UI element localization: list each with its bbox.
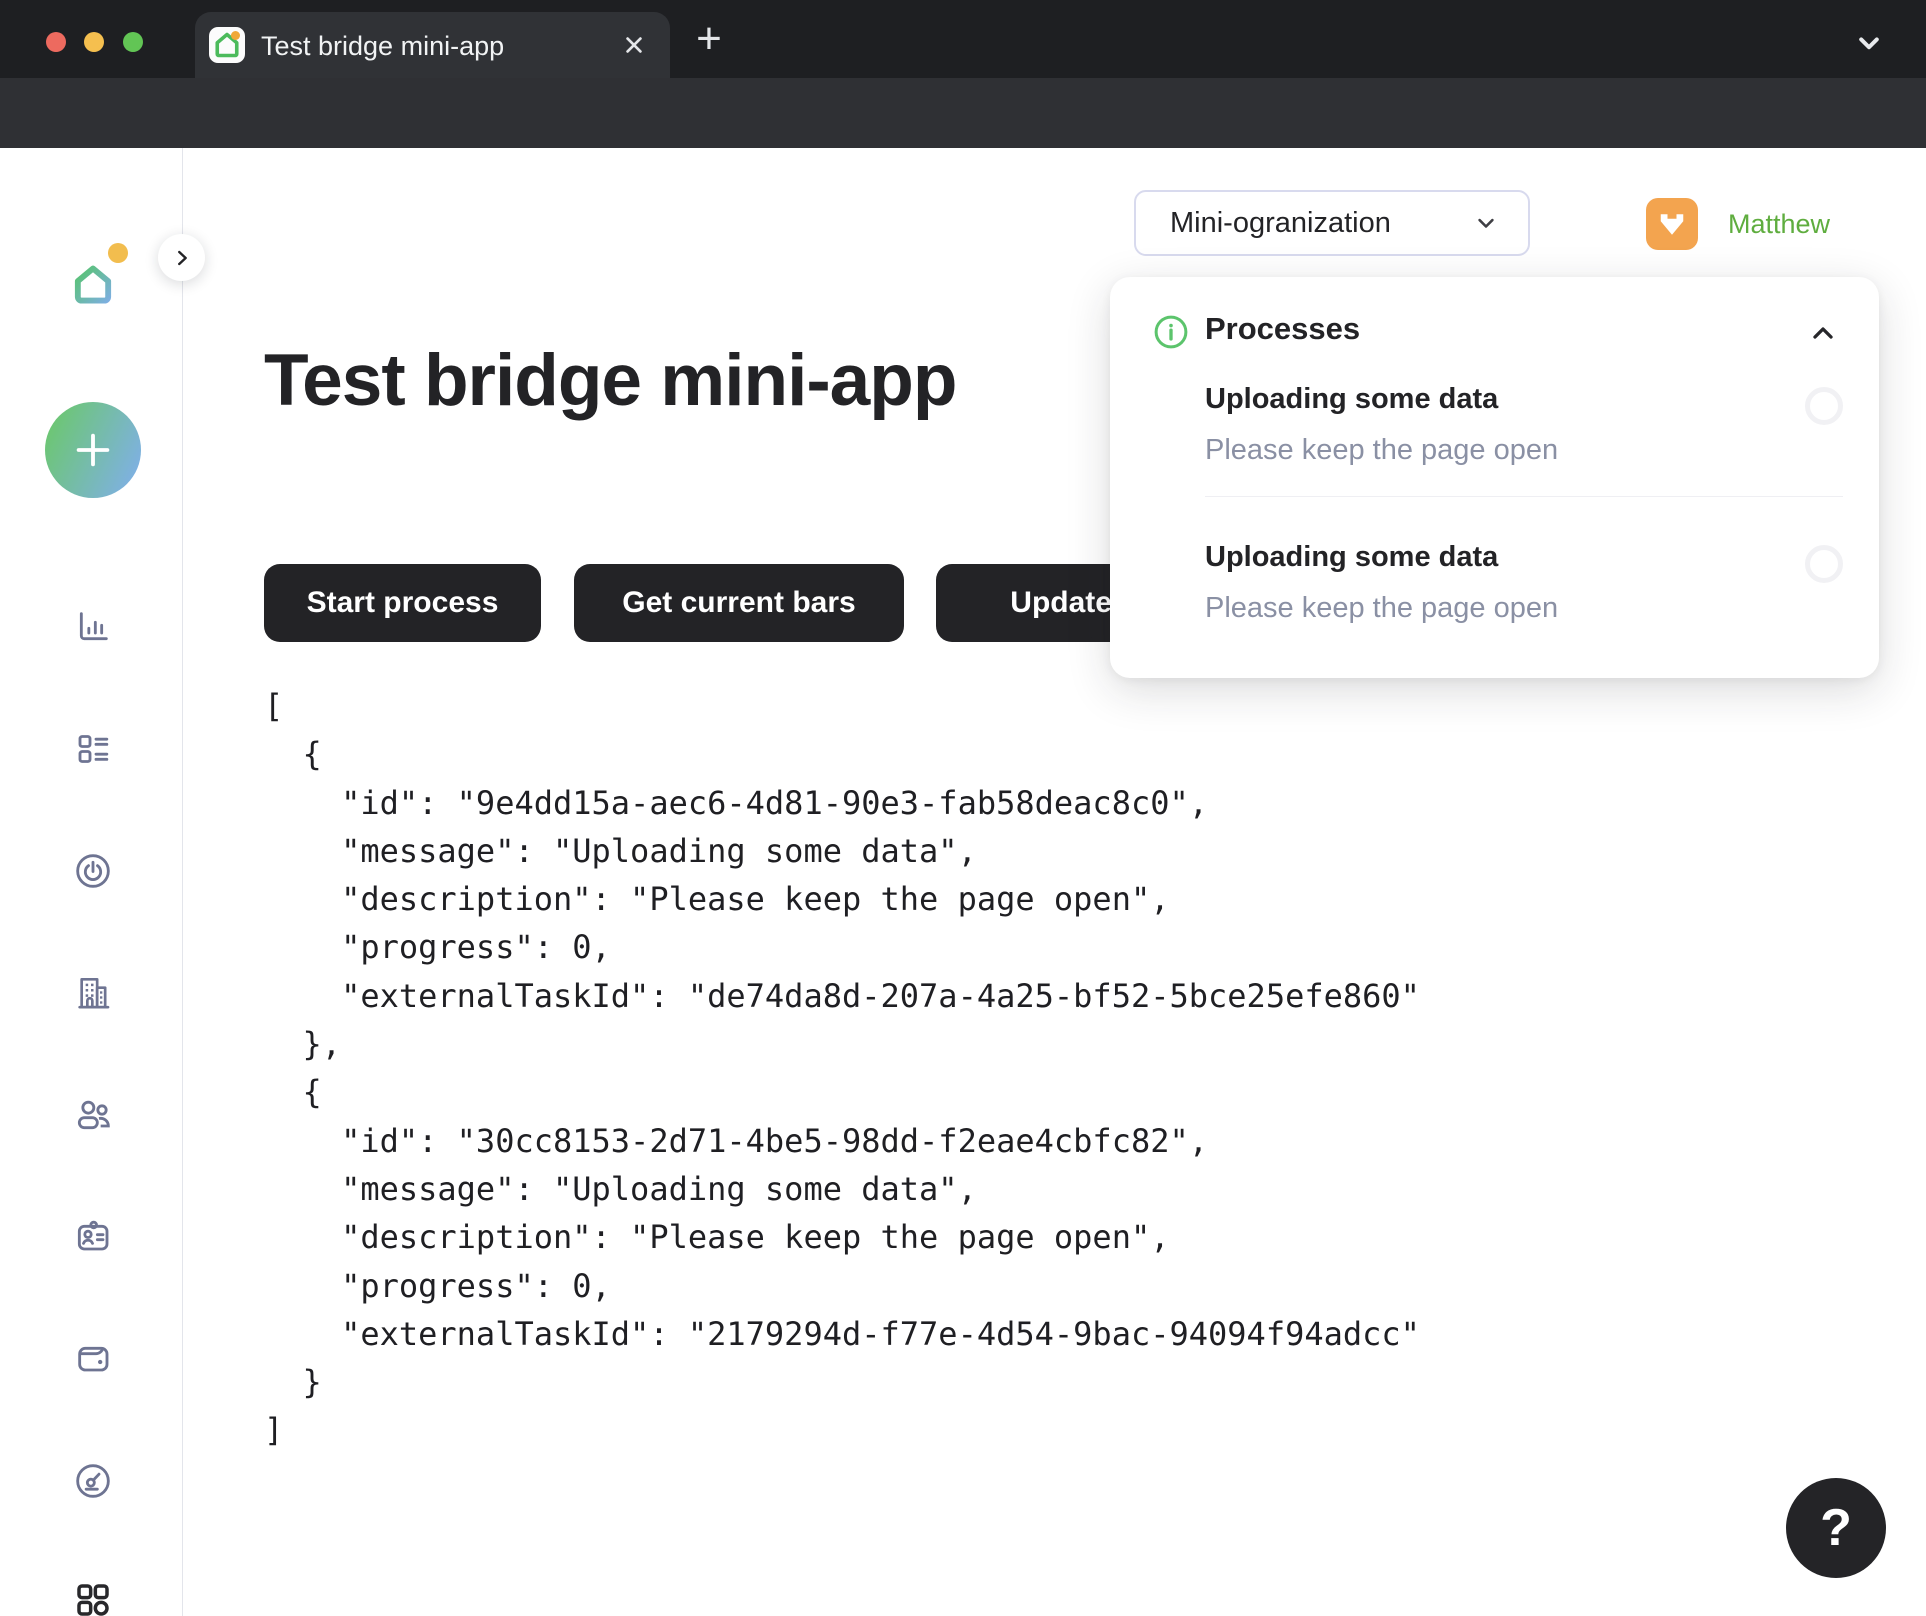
sidebar-item-building[interactable] bbox=[73, 973, 113, 1013]
sidebar-item-meter[interactable] bbox=[73, 1461, 113, 1501]
sidebar-item-wallet[interactable] bbox=[73, 1339, 113, 1379]
sidebar-item-users[interactable] bbox=[73, 1095, 113, 1135]
popup-divider bbox=[1205, 496, 1843, 497]
sidebar-item-bar-chart[interactable] bbox=[73, 607, 113, 647]
tab-title: Test bridge mini-app bbox=[261, 31, 504, 62]
sidebar-item-apps[interactable] bbox=[73, 1580, 113, 1616]
process-item-title: Uploading some data bbox=[1205, 383, 1498, 416]
json-output: [ { "id": "9e4dd15a-aec6-4d81-90e3-fab58… bbox=[264, 682, 1420, 1455]
sidebar-add-button[interactable] bbox=[45, 402, 141, 498]
chevron-down-icon bbox=[1472, 209, 1500, 237]
favicon-notification-dot bbox=[231, 31, 240, 40]
plus-icon bbox=[70, 427, 116, 473]
browser-tab-strip: Test bridge mini-app + bbox=[0, 0, 1926, 78]
process-spinner bbox=[1805, 545, 1843, 583]
user-avatar bbox=[1646, 198, 1698, 250]
get-current-bars-button[interactable]: Get current bars bbox=[574, 564, 904, 642]
start-process-button[interactable]: Start process bbox=[264, 564, 541, 642]
home-logo-icon[interactable] bbox=[67, 259, 119, 311]
organization-select-value: Mini-ogranization bbox=[1170, 207, 1391, 240]
process-spinner bbox=[1805, 387, 1843, 425]
process-item-title: Uploading some data bbox=[1205, 541, 1498, 574]
info-icon bbox=[1152, 313, 1190, 351]
sidebar-expand-button[interactable] bbox=[158, 234, 205, 281]
page-title: Test bridge mini-app bbox=[264, 338, 956, 424]
close-window-button[interactable] bbox=[46, 32, 66, 52]
process-item-description: Please keep the page open bbox=[1205, 592, 1558, 625]
logo-notification-dot bbox=[108, 243, 128, 263]
processes-popup: Processes Uploading some data Please kee… bbox=[1110, 277, 1879, 678]
process-item-description: Please keep the page open bbox=[1205, 434, 1558, 467]
tab-close-icon[interactable] bbox=[620, 31, 648, 59]
help-button[interactable]: ? bbox=[1786, 1478, 1886, 1578]
fox-avatar-icon bbox=[1654, 206, 1690, 242]
browser-tab[interactable]: Test bridge mini-app bbox=[195, 12, 670, 78]
house-favicon-icon bbox=[209, 27, 245, 63]
user-menu[interactable]: Matthew bbox=[1646, 198, 1830, 250]
chevron-right-icon bbox=[171, 247, 193, 269]
minimize-window-button[interactable] bbox=[84, 32, 104, 52]
browser-toolbar: condo.d.doma.ai/miniapps/a6314800-2fff-4… bbox=[0, 78, 1926, 148]
organization-select[interactable]: Mini-ogranization bbox=[1134, 190, 1530, 256]
chevron-up-icon[interactable] bbox=[1807, 317, 1839, 349]
tab-search-chevron-icon[interactable] bbox=[1852, 26, 1886, 60]
popup-title: Processes bbox=[1205, 311, 1360, 347]
new-tab-button[interactable]: + bbox=[692, 23, 726, 57]
user-name: Matthew bbox=[1728, 209, 1830, 240]
tab-favicon bbox=[209, 27, 245, 63]
maximize-window-button[interactable] bbox=[123, 32, 143, 52]
sidebar-item-power[interactable] bbox=[73, 851, 113, 891]
sidebar-item-tasks[interactable] bbox=[73, 729, 113, 769]
browser-window: Test bridge mini-app + condo.d.doma.a bbox=[0, 0, 1926, 1616]
sidebar-item-id-badge[interactable] bbox=[73, 1217, 113, 1257]
